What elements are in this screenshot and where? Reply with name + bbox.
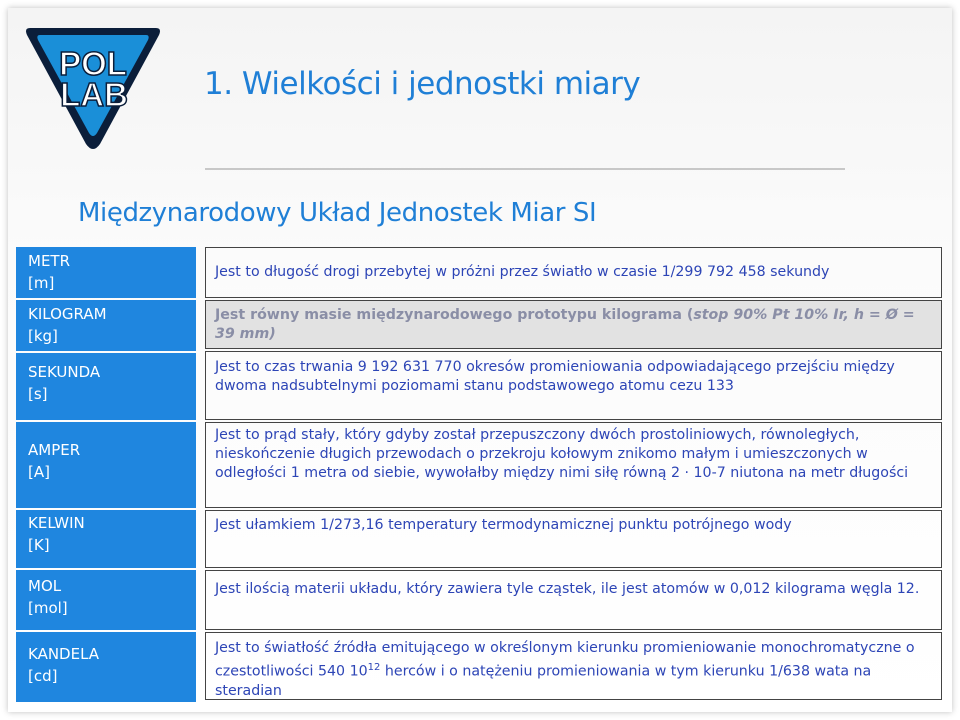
- desc-kelwin: Jest ułamkiem 1/273,16 temperatury termo…: [205, 510, 942, 568]
- pollab-logo-icon: POL LAB: [26, 28, 160, 149]
- logo-text-lab: LAB: [60, 76, 128, 113]
- unit-symbol: [cd]: [28, 667, 58, 685]
- desc-kilogram: Jest równy masie międzynarodowego protot…: [205, 300, 942, 349]
- unit-name: KANDELA: [28, 645, 100, 663]
- unit-name: MOL: [28, 577, 62, 595]
- unit-cell-kelwin: KELWIN [K]: [16, 510, 196, 568]
- unit-name: SEKUNDA: [28, 363, 101, 381]
- title-divider: [205, 168, 845, 170]
- page-title: 1. Wielkości i jednostki miary: [204, 66, 641, 102]
- unit-name: METR: [28, 252, 71, 270]
- unit-cell-mol: MOL [mol]: [16, 570, 196, 630]
- desc-mol: Jest ilością materii układu, który zawie…: [205, 570, 942, 630]
- unit-symbol: [kg]: [28, 327, 58, 345]
- unit-symbol: [s]: [28, 385, 48, 403]
- unit-name: AMPER: [28, 441, 81, 459]
- unit-cell-kilogram: KILOGRAM [kg]: [16, 300, 196, 351]
- desc-kilogram-main: Jest równy masie międzynarodowego protot…: [215, 307, 694, 323]
- unit-symbol: [K]: [28, 536, 50, 554]
- section-subtitle: Międzynarodowy Układ Jednostek Miar SI: [78, 198, 597, 228]
- unit-cell-kandela: KANDELA [cd]: [16, 632, 196, 702]
- unit-cell-metr: METR [m]: [16, 247, 196, 298]
- unit-symbol: [A]: [28, 463, 50, 481]
- desc-sekunda: Jest to czas trwania 9 192 631 770 okres…: [205, 351, 942, 420]
- desc-kandela-exponent: 12: [367, 662, 381, 673]
- unit-cell-sekunda: SEKUNDA [s]: [16, 353, 196, 420]
- desc-metr: Jest to długość drogi przebytej w próżni…: [205, 247, 942, 298]
- unit-symbol: [mol]: [28, 599, 68, 617]
- unit-name: KELWIN: [28, 514, 85, 532]
- unit-name: KILOGRAM: [28, 305, 107, 323]
- desc-amper: Jest to prąd stały, który gdyby został p…: [205, 422, 942, 508]
- unit-cell-amper: AMPER [A]: [16, 422, 196, 508]
- desc-kandela: Jest to światłość źródła emitującego w o…: [205, 632, 942, 700]
- unit-symbol: [m]: [28, 274, 55, 292]
